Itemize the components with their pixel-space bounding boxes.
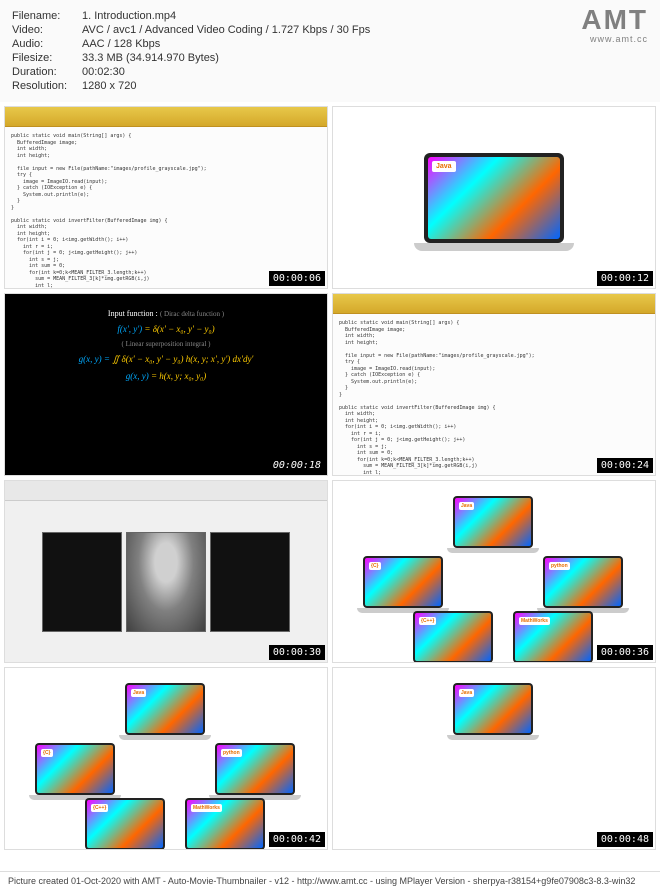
thumbnail-8: Java 00:00:48 [332,667,656,850]
amt-logo: AMT www.amt.cc [581,6,648,44]
logo-text: AMT [581,6,648,34]
timestamp: 00:00:30 [269,645,325,660]
ide-titlebar [5,107,327,127]
timestamp: 00:00:42 [269,832,325,847]
portrait-image [127,533,205,631]
laptop-python: python [215,743,295,795]
filename-value: 1. Introduction.mp4 [82,10,648,22]
photo-panel-right [210,532,290,632]
info-row-audio: Audio: AAC / 128 Kbps [12,38,648,50]
duration-value: 00:02:30 [82,66,648,78]
laptop-c: {C} [35,743,115,795]
laptop-python: python [543,556,623,608]
dirac-comment: ( Dirac delta function ) [160,310,224,318]
info-row-duration: Duration: 00:02:30 [12,66,648,78]
filesize-label: Filesize: [12,52,82,64]
formula-2-lhs: g(x, y) = [79,354,113,364]
timestamp: 00:00:36 [597,645,653,660]
filename-label: Filename: [12,10,82,22]
thumbnail-4: public static void main(String[] args) {… [332,293,656,476]
timestamp: 00:00:12 [597,271,653,286]
audio-value: AAC / 128 Kbps [82,38,648,50]
ide-titlebar [333,294,655,314]
laptop-cpp: {C++} [85,798,165,850]
thumbnail-7: Java {C} python {C++} MathWorks 00:00:42 [4,667,328,850]
video-value: AVC / avc1 / Advanced Video Coding / 1.7… [82,24,648,36]
laptop-java: Java [453,496,533,548]
laptop-illustration: Java [424,153,564,243]
info-row-video: Video: AVC / avc1 / Advanced Video Codin… [12,24,648,36]
timestamp: 00:00:18 [269,458,325,473]
logo-url: www.amt.cc [581,34,648,44]
laptop-cpp: {C++} [413,611,493,663]
laptop-matlab: MathWorks [513,611,593,663]
timestamp: 00:00:48 [597,832,653,847]
formula-1-rhs: δ(x' − x₀, y' − y₀) [153,324,215,334]
formula-input-label: Input function : [108,309,158,318]
formula-3-rhs: h(x, y; x₀, y₀) [159,371,206,381]
formula-1-lhs: f(x', y') [117,324,142,334]
resolution-label: Resolution: [12,80,82,92]
formula-2-rhs: ∬ δ(x' − x₀, y' − y₀) h(x, y; x', y') dx… [112,354,253,364]
footer-credits: Picture created 01-Oct-2020 with AMT - A… [0,871,660,890]
photo-panel-left [42,532,122,632]
thumbnail-1: public static void main(String[] args) {… [4,106,328,289]
photo-panel-center [126,532,206,632]
formula-3-lhs: g(x, y) [126,371,149,381]
thumbnail-6: Java {C} python {C++} MathWorks 00:00:36 [332,480,656,663]
info-row-resolution: Resolution: 1280 x 720 [12,80,648,92]
file-info-header: Filename: 1. Introduction.mp4 Video: AVC… [0,0,660,102]
thumbnail-5: 00:00:30 [4,480,328,663]
filesize-value: 33.3 MB (34.914.970 Bytes) [82,52,648,64]
thumbnail-3: Input function : ( Dirac delta function … [4,293,328,476]
code-editor: public static void main(String[] args) {… [5,127,327,288]
laptop-java: Java [453,683,533,735]
resolution-value: 1280 x 720 [82,80,648,92]
laptop-matlab: MathWorks [185,798,265,850]
java-badge: Java [432,161,456,172]
code-editor: public static void main(String[] args) {… [333,314,655,475]
laptop-screen: Java [428,157,560,239]
video-label: Video: [12,24,82,36]
laptop-c: {C} [363,556,443,608]
timestamp: 00:00:06 [269,271,325,286]
timestamp: 00:00:24 [597,458,653,473]
laptop-java: Java [125,683,205,735]
thumbnail-grid: public static void main(String[] args) {… [0,102,660,854]
duration-label: Duration: [12,66,82,78]
photo-panels [5,501,327,662]
thumbnail-2: Java 00:00:12 [332,106,656,289]
integral-comment: ( Linear superposition integral ) [13,340,319,348]
photo-editor-toolbar [5,481,327,501]
info-row-filesize: Filesize: 33.3 MB (34.914.970 Bytes) [12,52,648,64]
info-row-filename: Filename: 1. Introduction.mp4 [12,10,648,22]
audio-label: Audio: [12,38,82,50]
